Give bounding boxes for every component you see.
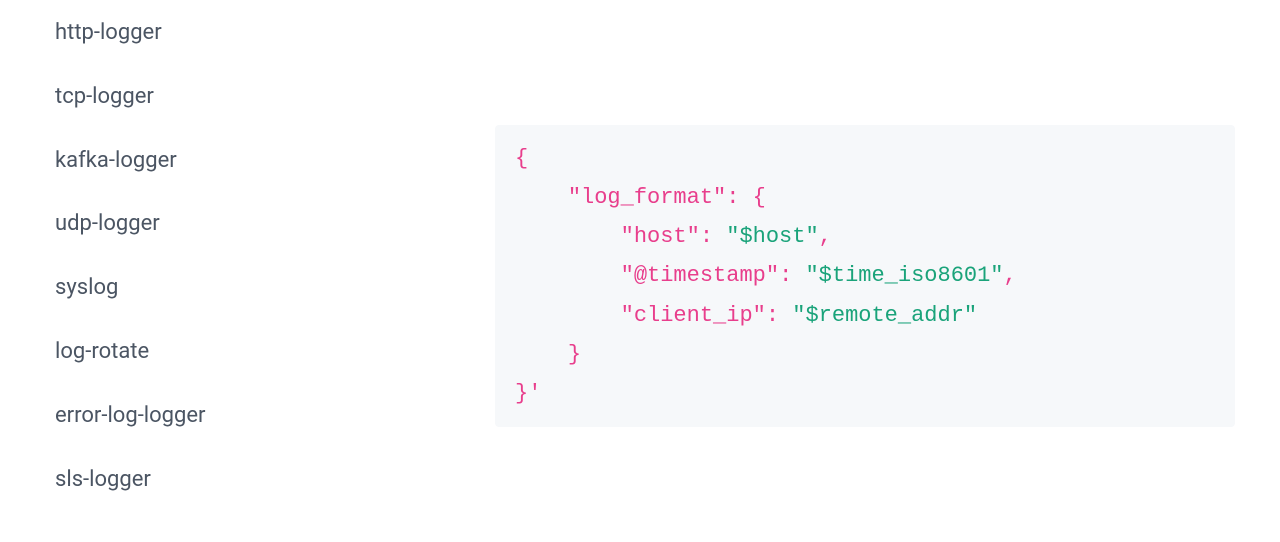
code-token: "host" xyxy=(621,224,700,249)
sidebar-item-syslog[interactable]: syslog xyxy=(55,273,355,304)
code-block: { "log_format": { "host": "$host", "@tim… xyxy=(495,125,1235,427)
sidebar-item-kafka-logger[interactable]: kafka-logger xyxy=(55,146,355,177)
code-token: , xyxy=(1004,263,1017,288)
sidebar-item-log-rotate[interactable]: log-rotate xyxy=(55,337,355,368)
sidebar-item-error-log-logger[interactable]: error-log-logger xyxy=(55,401,355,432)
sidebar-item-sls-logger[interactable]: sls-logger xyxy=(55,465,355,496)
code-token: "$time_iso8601" xyxy=(805,263,1003,288)
code-token: }' xyxy=(515,381,541,406)
sidebar-item-tcp-logger[interactable]: tcp-logger xyxy=(55,82,355,113)
code-token: "$host" xyxy=(726,224,818,249)
code-token: "log_format" xyxy=(568,185,726,210)
code-token: : xyxy=(700,224,713,249)
code-token: "@timestamp" xyxy=(621,263,779,288)
code-token: "client_ip" xyxy=(621,303,766,328)
code-token: { xyxy=(753,185,766,210)
code-token: { xyxy=(515,146,528,171)
sidebar: http-logger tcp-logger kafka-logger udp-… xyxy=(55,18,355,528)
code-token: : xyxy=(726,185,739,210)
code-token: : xyxy=(766,303,779,328)
sidebar-item-http-logger[interactable]: http-logger xyxy=(55,18,355,49)
code-token: } xyxy=(568,342,581,367)
code-token: : xyxy=(779,263,792,288)
sidebar-item-udp-logger[interactable]: udp-logger xyxy=(55,209,355,240)
code-token: , xyxy=(819,224,832,249)
code-token: "$remote_addr" xyxy=(792,303,977,328)
